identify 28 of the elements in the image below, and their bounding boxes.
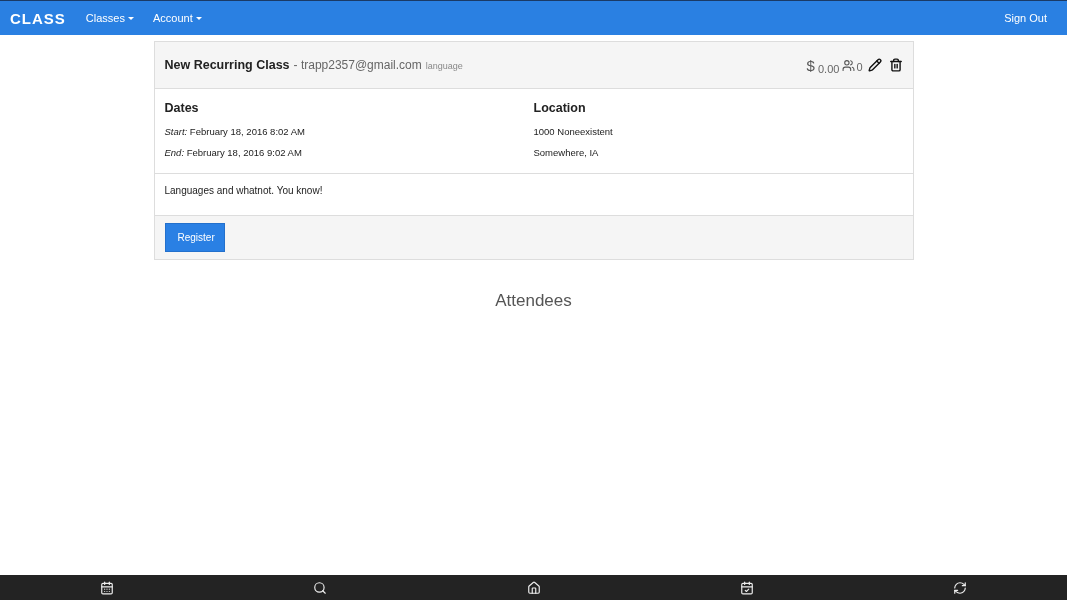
- date-line: Start: February 18, 2016 8:02 AM: [164, 125, 306, 139]
- calendar-check-icon[interactable]: [739, 580, 754, 595]
- price: 0.00: [817, 62, 840, 75]
- refresh-icon[interactable]: [953, 580, 968, 595]
- home-icon[interactable]: [526, 580, 541, 595]
- sign-out-link[interactable]: Sign Out: [1004, 12, 1047, 24]
- address-line: 1000 Noneexistent: [533, 125, 614, 139]
- calendar-icon[interactable]: [99, 580, 114, 595]
- class-title: New Recurring Class: [164, 58, 290, 72]
- location-heading: Location: [533, 101, 587, 115]
- register-button[interactable]: Register: [164, 223, 225, 252]
- dates-heading: Dates: [164, 101, 200, 115]
- brand-logo[interactable]: CLASS: [10, 9, 66, 27]
- nav-menu[interactable]: Account: [152, 12, 202, 24]
- caret-icon: [195, 16, 202, 20]
- class-email: - trapp2357@gmail.com: [293, 58, 422, 72]
- trash-icon[interactable]: [888, 58, 903, 72]
- dollar-sign: $: [806, 56, 815, 74]
- address-line: Somewhere, IA: [533, 146, 600, 160]
- search-icon[interactable]: [313, 580, 328, 595]
- caret-icon: [127, 16, 134, 20]
- attendee-count: 0: [856, 61, 863, 73]
- class-tag: language: [425, 61, 463, 71]
- people-icon: [842, 58, 856, 72]
- edit-icon[interactable]: [867, 58, 882, 72]
- attendees-heading: Attendees: [495, 291, 572, 311]
- nav-menu[interactable]: Classes: [85, 12, 134, 24]
- date-line: End: February 18, 2016 9:02 AM: [164, 146, 303, 160]
